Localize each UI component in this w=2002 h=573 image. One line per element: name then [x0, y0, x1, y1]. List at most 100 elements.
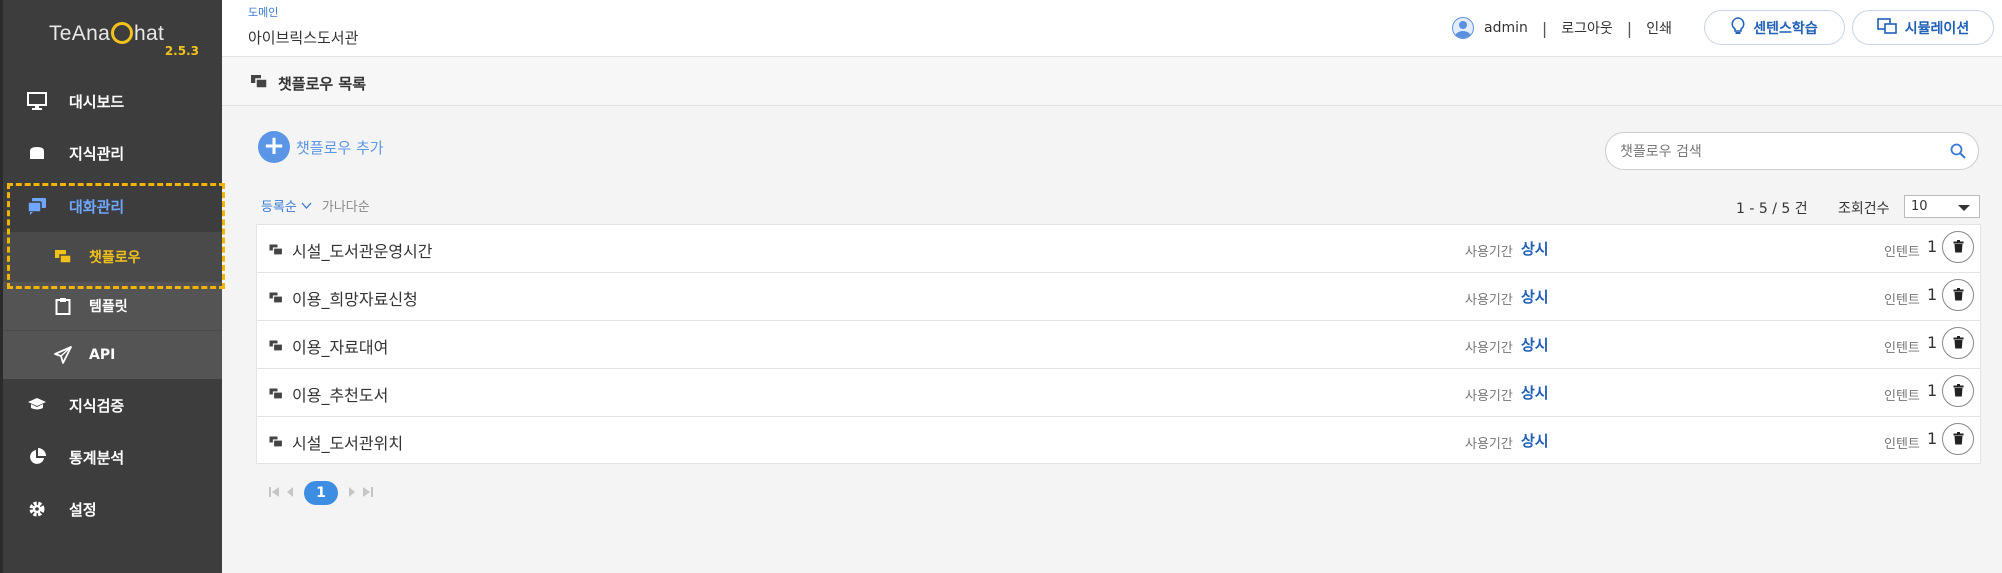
- intent-count: 1: [1927, 333, 1938, 352]
- sidebar-item-verification[interactable]: 지식검증: [3, 379, 222, 431]
- app-logo[interactable]: TeAnahat 2.5.3: [49, 18, 199, 62]
- sidebar: TeAnahat 2.5.3 대시보드 지식관리 대화관리 챗플로우 템플릿: [0, 0, 225, 573]
- intent-label: 인텐트: [1884, 389, 1920, 404]
- sidebar-subitem-template[interactable]: 템플릿: [3, 281, 222, 330]
- period-label: 사용기간: [1465, 293, 1513, 308]
- knowledge-icon: [27, 144, 47, 162]
- period-label: 사용기간: [1465, 389, 1513, 404]
- page-number-current[interactable]: 1: [304, 481, 338, 505]
- result-count: 1 - 5 / 5 건: [1736, 201, 1808, 217]
- chatflow-icon: [269, 433, 284, 452]
- top-header: 도메인 아이브릭스도서관 admin | 로그아웃 | 인쇄 센텐스학습 시뮬레…: [222, 0, 2002, 57]
- plus-icon: +: [258, 131, 290, 163]
- paper-plane-icon: [53, 346, 73, 364]
- add-chatflow-label: 챗플로우 추가: [296, 138, 384, 157]
- print-link[interactable]: 인쇄: [1646, 18, 1672, 38]
- chatflow-icon: [269, 385, 284, 404]
- sentence-learning-button[interactable]: 센텐스학습: [1704, 10, 1845, 45]
- sidebar-item-dashboard[interactable]: 대시보드: [3, 75, 222, 127]
- last-page-icon[interactable]: [360, 486, 376, 501]
- trash-icon: [1953, 430, 1964, 449]
- domain-name[interactable]: 아이브릭스도서관: [248, 27, 358, 48]
- chatflow-icon: [269, 337, 284, 356]
- list-item[interactable]: 시설_도서관운영시간 사용기간 상시 인텐트 1: [256, 224, 1981, 272]
- sidebar-item-conversation[interactable]: 대화관리: [3, 180, 222, 232]
- dropdown-caret-icon: [1958, 205, 1970, 211]
- logout-link[interactable]: 로그아웃: [1561, 18, 1613, 38]
- sort-by-registration[interactable]: 등록순: [261, 196, 297, 215]
- page-size-label: 조회건수: [1838, 201, 1890, 217]
- delete-button[interactable]: [1942, 327, 1974, 359]
- trash-icon: [1953, 382, 1964, 401]
- add-chatflow-button[interactable]: + 챗플로우 추가: [258, 131, 384, 163]
- chatflow-title[interactable]: 이용_희망자료신청: [292, 286, 418, 310]
- period-label: 사용기간: [1465, 341, 1513, 356]
- list-item[interactable]: 시설_도서관위치 사용기간 상시 인텐트 1: [256, 416, 1981, 464]
- intent-label: 인텐트: [1884, 245, 1920, 260]
- intent-count: 1: [1927, 237, 1938, 256]
- username[interactable]: admin: [1484, 20, 1528, 36]
- delete-button[interactable]: [1942, 423, 1974, 455]
- sidebar-subitem-api[interactable]: API: [3, 330, 222, 379]
- chatflow-title[interactable]: 시설_도서관운영시간: [292, 238, 432, 262]
- period-value: 상시: [1521, 288, 1549, 306]
- chatflow-title[interactable]: 시설_도서관위치: [292, 430, 403, 454]
- sort-options: 등록순 가나다순: [261, 196, 370, 215]
- user-icon: [1452, 17, 1474, 39]
- delete-button[interactable]: [1942, 375, 1974, 407]
- trash-icon: [1953, 334, 1964, 353]
- intent-count: 1: [1927, 285, 1938, 304]
- trash-icon: [1953, 238, 1964, 257]
- user-area: admin | 로그아웃 | 인쇄: [1452, 16, 1672, 40]
- search-input[interactable]: [1620, 142, 1940, 162]
- sort-by-alphabet[interactable]: 가나다순: [322, 196, 370, 215]
- chatflow-list: 시설_도서관운영시간 사용기간 상시 인텐트 1 이용_희망자료신청 사용기간 …: [256, 224, 1981, 464]
- intent-label: 인텐트: [1884, 341, 1920, 356]
- sidebar-subitem-label: 챗플로우: [89, 250, 141, 266]
- delete-button[interactable]: [1942, 279, 1974, 311]
- trash-icon: [1953, 286, 1964, 305]
- sidebar-item-label: 통계분석: [69, 448, 125, 467]
- period-value: 상시: [1521, 432, 1549, 450]
- chatflow-title[interactable]: 이용_추천도서: [292, 382, 388, 406]
- logo-chat-icon: [111, 19, 134, 44]
- divider: |: [1541, 18, 1548, 38]
- period-value: 상시: [1521, 336, 1549, 354]
- page-header: 챗플로우 목록: [222, 57, 2002, 106]
- simulation-button[interactable]: 시뮬레이션: [1852, 10, 1994, 45]
- sidebar-item-statistics[interactable]: 통계분석: [3, 431, 222, 483]
- pagination: 1: [266, 481, 376, 505]
- sidebar-item-label: 대시보드: [69, 92, 125, 111]
- monitor-icon: [27, 92, 47, 110]
- sidebar-item-settings[interactable]: 설정: [3, 483, 222, 535]
- chevron-down-icon[interactable]: [301, 199, 312, 212]
- logo-text: TeAnahat: [49, 19, 164, 46]
- sidebar-subitem-label: 템플릿: [89, 299, 128, 315]
- chat-icon: [27, 197, 47, 215]
- list-item[interactable]: 이용_추천도서 사용기간 상시 인텐트 1: [256, 368, 1981, 416]
- next-page-icon[interactable]: [344, 486, 360, 501]
- sidebar-item-label: 지식관리: [69, 144, 125, 163]
- app-version: 2.5.3: [164, 44, 199, 58]
- chatflow-icon: [250, 74, 268, 93]
- sidebar-subitem-chatflow[interactable]: 챗플로우: [3, 232, 222, 281]
- sidebar-item-label: 지식검증: [69, 396, 125, 415]
- simulation-icon: [1876, 17, 1897, 38]
- search-icon[interactable]: [1950, 143, 1966, 159]
- chatflow-title[interactable]: 이용_자료대여: [292, 334, 388, 358]
- pie-chart-icon: [27, 448, 47, 466]
- list-item[interactable]: 이용_자료대여 사용기간 상시 인텐트 1: [256, 320, 1981, 368]
- graduation-cap-icon: [27, 396, 47, 414]
- domain-label: 도메인: [248, 6, 279, 19]
- sidebar-item-label: 대화관리: [69, 197, 125, 216]
- page-size-select[interactable]: 10: [1904, 195, 1980, 218]
- prev-page-icon[interactable]: [282, 486, 298, 501]
- period-label: 사용기간: [1465, 437, 1513, 452]
- delete-button[interactable]: [1942, 231, 1974, 263]
- clipboard-icon: [53, 297, 73, 315]
- list-item[interactable]: 이용_희망자료신청 사용기간 상시 인텐트 1: [256, 272, 1981, 320]
- sidebar-item-knowledge[interactable]: 지식관리: [3, 127, 222, 179]
- sidebar-subitem-label: API: [89, 347, 116, 363]
- period-value: 상시: [1521, 240, 1549, 258]
- first-page-icon[interactable]: [266, 486, 282, 501]
